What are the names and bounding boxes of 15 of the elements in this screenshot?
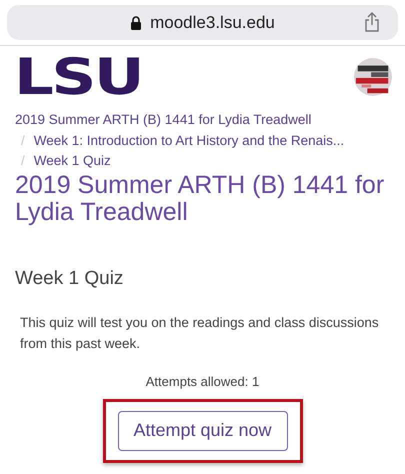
attempt-quiz-button[interactable]: Attempt quiz now xyxy=(118,410,288,450)
page-title: 2019 Summer ARTH (B) 1441 for Lydia Treadwell xyxy=(14,172,386,226)
breadcrumb-link[interactable]: Week 1 Quiz xyxy=(34,153,111,168)
share-icon[interactable] xyxy=(364,12,380,32)
attempts-info: Attempts allowed: 1 xyxy=(144,374,260,388)
breadcrumb-separator: / xyxy=(21,153,25,168)
breadcrumb-separator: / xyxy=(21,132,25,148)
breadcrumb-link[interactable]: Week 1: Introduction to Art History and the Renais... xyxy=(34,132,344,148)
breadcrumb-link[interactable]: 2019 Summer ARTH (B) 1441 for Lydia Treadwell xyxy=(15,112,312,127)
logo[interactable]: LSU xyxy=(14,55,142,99)
url-text: moodle3.lsu.edu xyxy=(150,12,275,32)
quiz-description: This quiz will test you on the readings and class discussions from this past week. xyxy=(19,314,380,353)
quiz-title: Week 1 Quiz xyxy=(14,268,124,290)
lock-icon xyxy=(130,16,142,30)
address-bar[interactable]: moodle3.lsu.edu xyxy=(7,5,398,40)
